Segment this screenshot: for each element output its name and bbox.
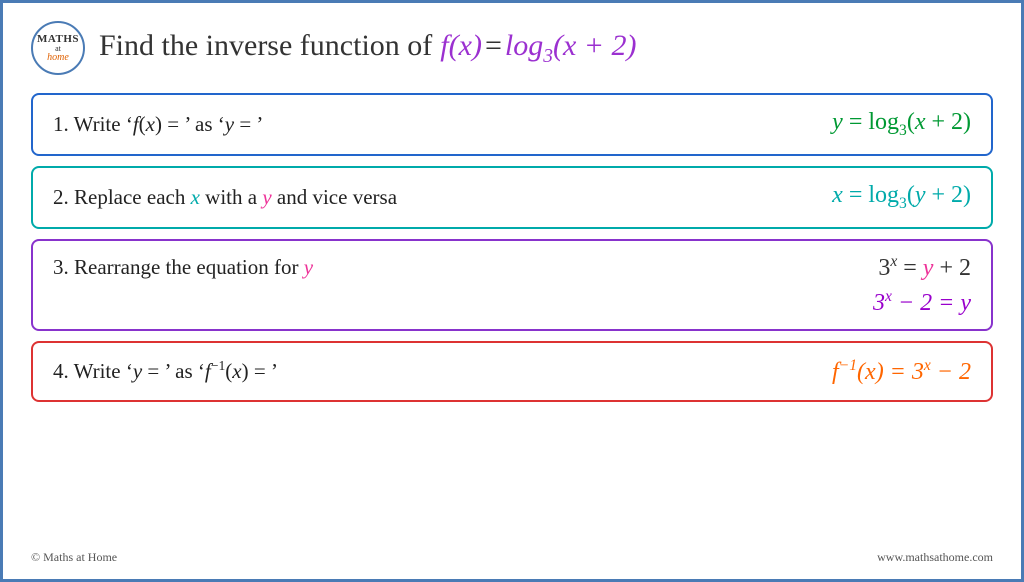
title-fx: f(x) [440,29,482,63]
step-1-left: 1. Write ‘f(x) = ’ as ‘y = ’ [53,112,263,137]
step-4-box: 4. Write ‘y = ’ as ‘f−1(x) = ’ f−1(x) = … [31,341,993,402]
footer: © Maths at Home www.mathsathome.com [31,550,993,565]
step-4-left: 4. Write ‘y = ’ as ‘f−1(x) = ’ [53,358,278,384]
logo: MATHS at home [31,21,85,75]
title-prefix: Find the inverse function of [99,29,432,63]
step-3-content: 3. Rearrange the equation for y 3x = y +… [53,253,971,317]
header-title: Find the inverse function of f(x) = log3… [99,29,637,68]
step-3-left: 3. Rearrange the equation for y [53,253,313,280]
step-1-box: 1. Write ‘f(x) = ’ as ‘y = ’ y = log3(x … [31,93,993,156]
title-formula: f(x) = log3(x + 2) [440,29,636,68]
title-equals: = [485,29,502,63]
step-3-formula-line1: 3x = y + 2 [878,253,971,282]
logo-home-text: home [47,53,69,63]
header: MATHS at home Find the inverse function … [31,21,993,75]
logo-maths-text: MATHS [37,34,79,45]
step-2-text: 2. Replace each x with a y and vice vers… [53,185,397,210]
footer-left: © Maths at Home [31,550,117,565]
step-3-box: 3. Rearrange the equation for y 3x = y +… [31,239,993,331]
title-log: log3(x + 2) [505,29,637,68]
step-2-left: 2. Replace each x with a y and vice vers… [53,185,397,210]
steps-container: 1. Write ‘f(x) = ’ as ‘y = ’ y = log3(x … [31,93,993,540]
step-2-box: 2. Replace each x with a y and vice vers… [31,166,993,229]
step-2-formula: x = log3(y + 2) [832,182,971,213]
step-4-text: 4. Write ‘y = ’ as ‘f−1(x) = ’ [53,358,278,384]
footer-right: www.mathsathome.com [877,550,993,565]
step-4-formula: f−1(x) = 3x − 2 [832,357,971,386]
step-3-formula-line2: 3x − 2 = y [873,288,971,317]
step-1-formula: y = log3(x + 2) [832,109,971,140]
page-wrapper: MATHS at home Find the inverse function … [3,3,1021,579]
step-3-right: 3x = y + 2 3x − 2 = y [313,253,971,317]
step-1-text: 1. Write ‘f(x) = ’ as ‘y = ’ [53,112,263,137]
